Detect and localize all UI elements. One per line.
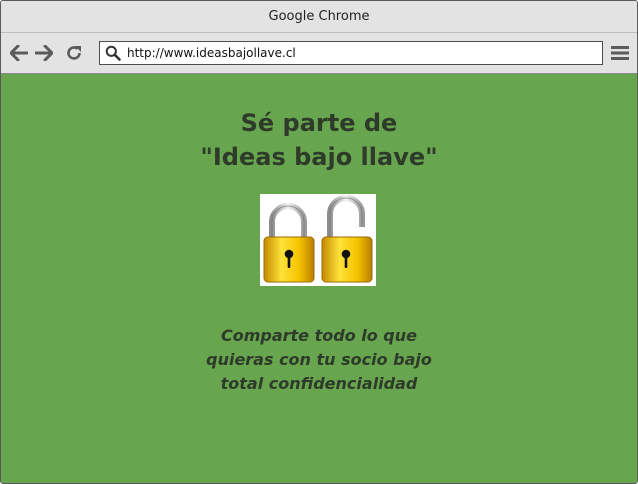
padlock-open-icon (321, 195, 373, 283)
headline-line-1: Sé parte de (240, 109, 398, 137)
padlock-closed-icon (263, 203, 315, 283)
hamburger-menu-icon (611, 46, 629, 60)
tagline-line-2: quieras con tu socio bajo (206, 350, 432, 369)
browser-toolbar (1, 33, 637, 74)
page-headline: Sé parte de "Ideas bajo llave" (1, 106, 637, 174)
url-input[interactable] (127, 46, 587, 60)
browser-window: Google Chrome http://www.ideasbajollave.… (0, 0, 638, 484)
tagline-line-1: Comparte todo lo que (220, 326, 417, 345)
headline-line-2: "Ideas bajo llave" (200, 143, 438, 171)
forward-button[interactable] (34, 43, 54, 63)
arrow-left-icon (10, 45, 28, 61)
menu-button[interactable] (611, 44, 629, 62)
tagline-line-3: total confidencialidad (220, 374, 418, 393)
address-bar[interactable] (99, 41, 603, 65)
padlock-image (260, 194, 376, 286)
page-content: Sé parte de "Ideas bajo llave" Comparte … (1, 74, 637, 483)
page-tagline: Comparte todo lo que quieras con tu soci… (1, 324, 637, 396)
arrow-right-icon (35, 45, 53, 61)
search-icon (105, 44, 123, 62)
back-button[interactable] (9, 43, 29, 63)
reload-button[interactable] (64, 43, 84, 63)
reload-icon (67, 46, 81, 60)
window-title: Google Chrome (268, 9, 370, 24)
title-bar: Google Chrome (1, 1, 637, 33)
